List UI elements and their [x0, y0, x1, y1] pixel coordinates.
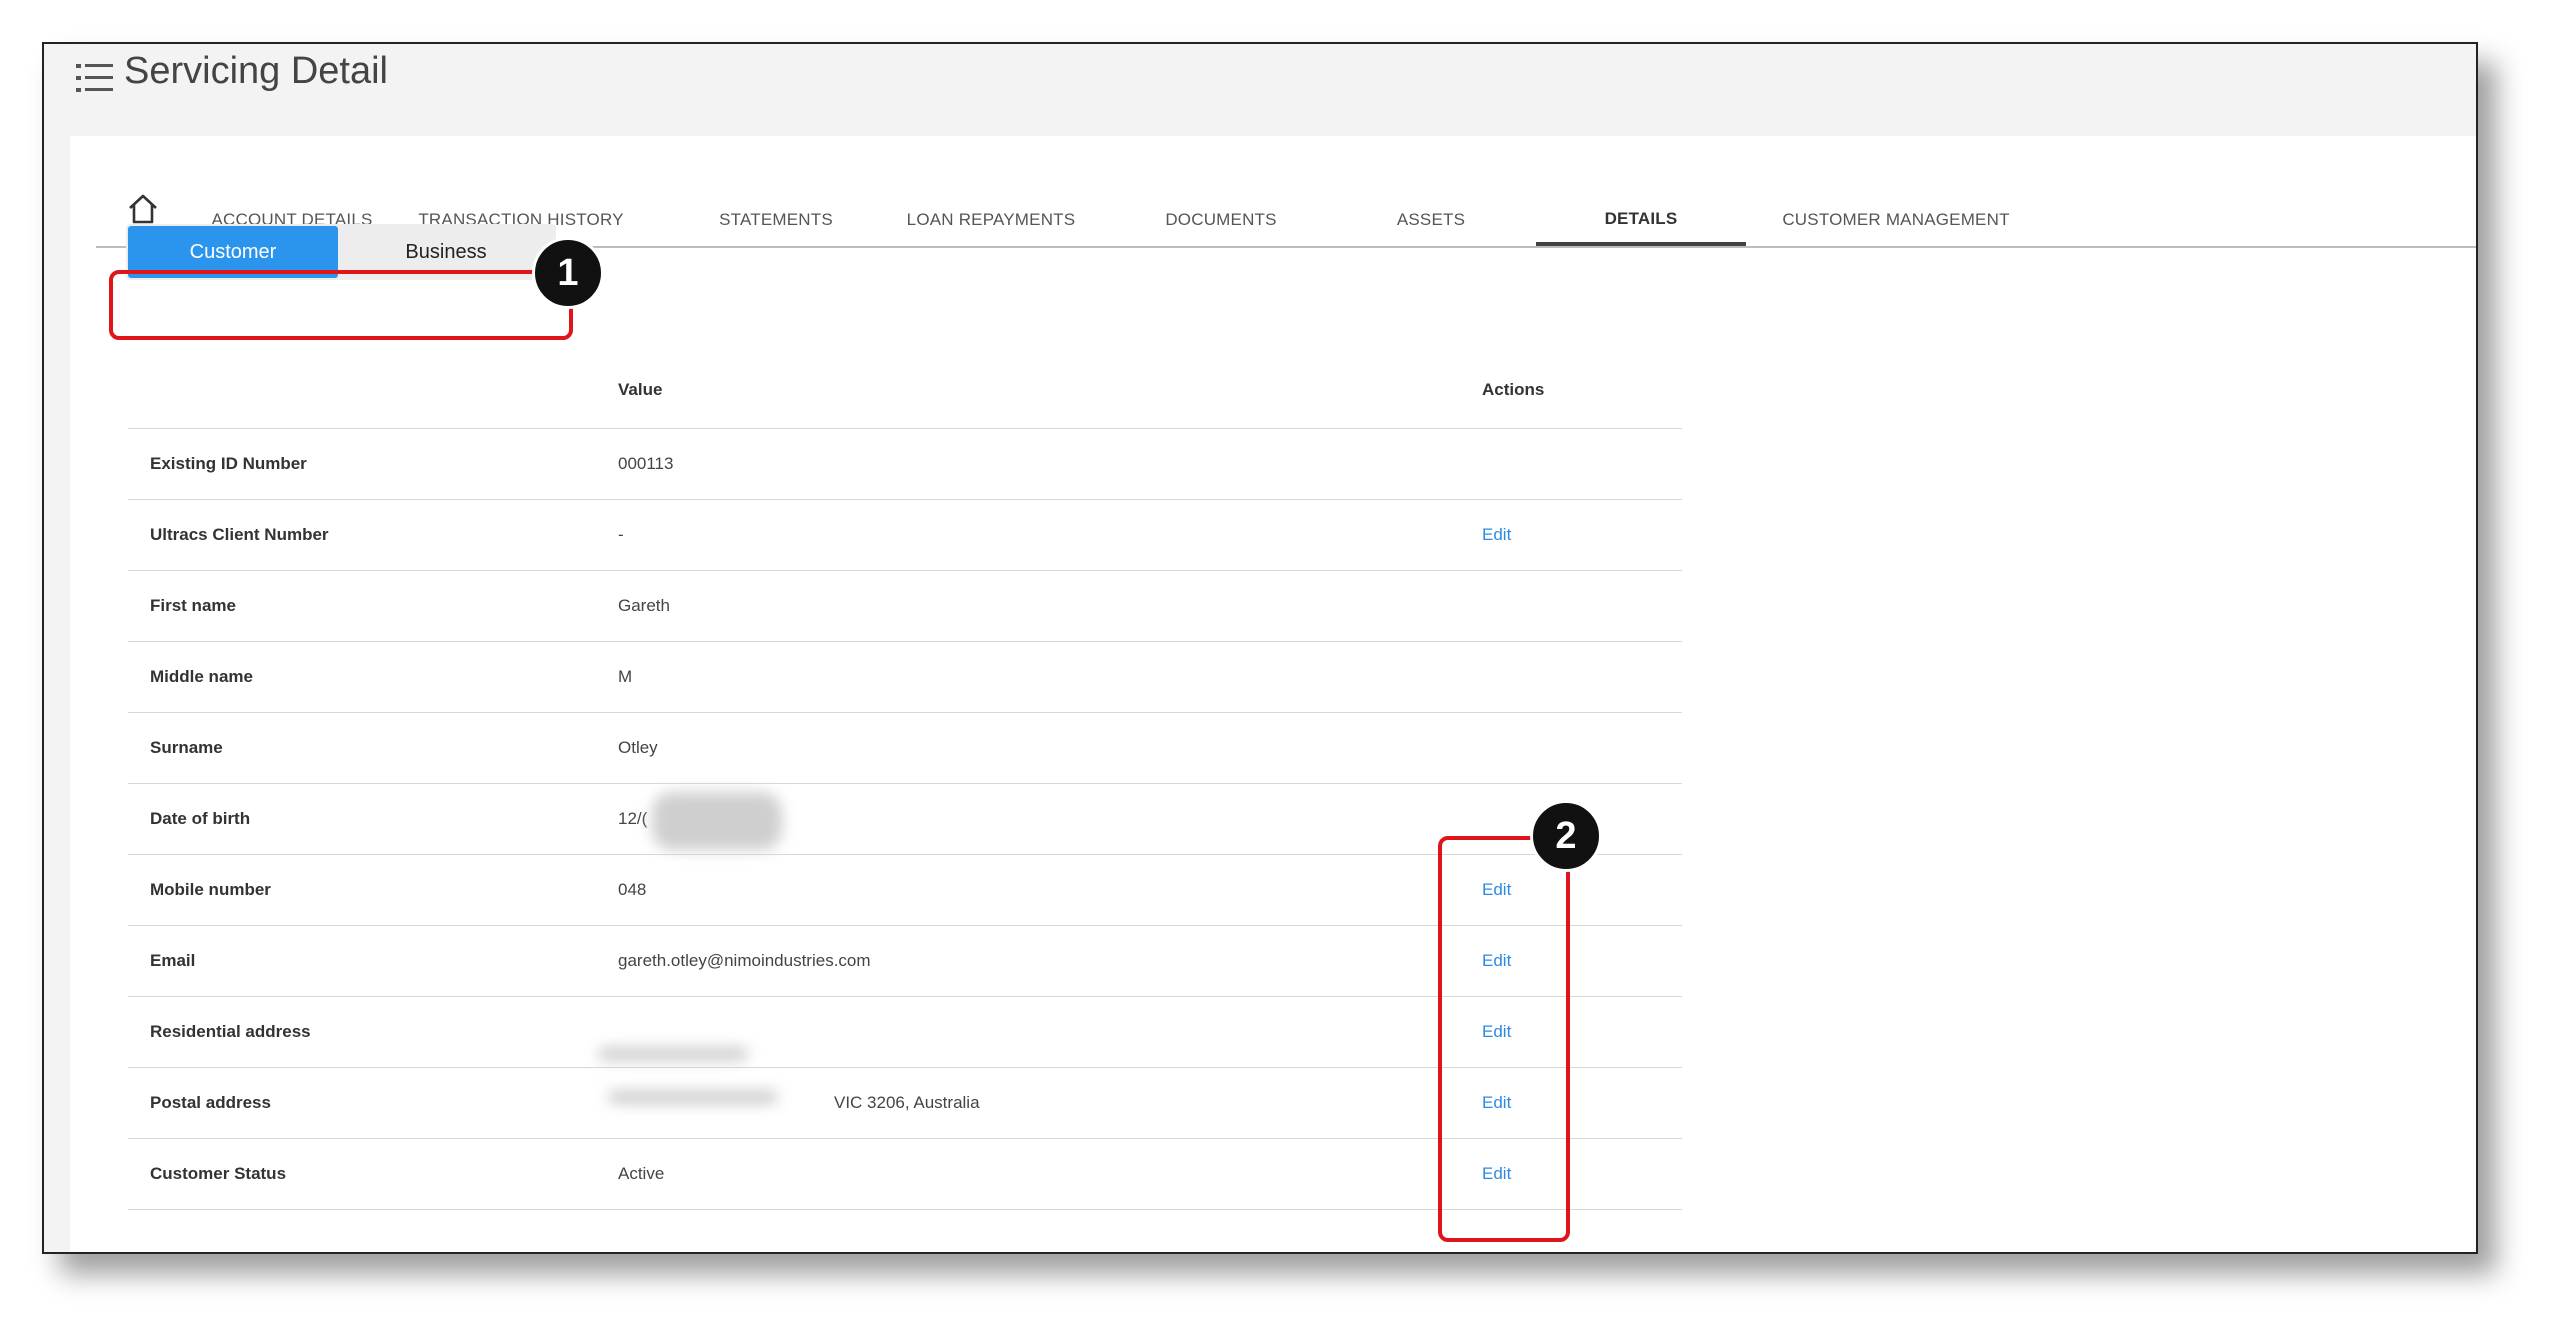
- app-window: Servicing Detail ACCOUNT DETAILS TRANSAC…: [42, 42, 2478, 1254]
- row-label: Mobile number: [150, 880, 271, 899]
- redacted-blur: [598, 1047, 748, 1061]
- row-label: Date of birth: [150, 809, 251, 828]
- row-label: Customer Status: [150, 1164, 287, 1183]
- tab-documents[interactable]: DOCUMENTS: [1136, 196, 1306, 244]
- row-value: 12/(: [618, 809, 648, 828]
- tab-details[interactable]: DETAILS: [1536, 196, 1746, 246]
- callout-badge-2: 2: [1530, 800, 1602, 872]
- table-row: Middle name M: [128, 642, 1682, 713]
- table-header: Value Actions: [128, 364, 1682, 429]
- tab-customer-management[interactable]: CUSTOMER MANAGEMENT: [1766, 196, 2026, 244]
- row-value: Otley: [618, 738, 658, 757]
- table-row: Ultracs Client Number - Edit: [128, 500, 1682, 571]
- row-value: -: [618, 525, 624, 544]
- tab-loan-repayments[interactable]: LOAN REPAYMENTS: [876, 196, 1106, 244]
- row-label: Surname: [150, 738, 223, 757]
- table-row: Surname Otley: [128, 713, 1682, 784]
- row-value: Active: [618, 1164, 665, 1183]
- row-value: Gareth: [618, 596, 670, 615]
- callout-box-toggle: [109, 270, 573, 340]
- row-value: M: [618, 667, 633, 686]
- row-label: Ultracs Client Number: [150, 525, 329, 544]
- tab-assets[interactable]: ASSETS: [1346, 196, 1516, 244]
- row-label: Existing ID Number: [150, 454, 307, 473]
- redacted-blur: [608, 1090, 778, 1104]
- row-value: 000113: [618, 454, 674, 473]
- row-value: VIC 3206, Australia: [834, 1093, 980, 1112]
- table-row: First name Gareth: [128, 571, 1682, 642]
- edit-link[interactable]: Edit: [1482, 525, 1511, 545]
- row-label: Email: [150, 951, 196, 970]
- row-value: gareth.otley@nimoindustries.com: [618, 951, 871, 970]
- tab-statements[interactable]: STATEMENTS: [696, 196, 856, 244]
- home-icon[interactable]: [126, 192, 160, 226]
- row-label: Middle name: [150, 667, 253, 686]
- table-row: Existing ID Number 000113: [128, 429, 1682, 500]
- callout-box-edit-links: [1438, 836, 1570, 1242]
- list-menu-icon[interactable]: [76, 60, 114, 96]
- page-header: Servicing Detail: [44, 44, 2476, 134]
- row-label: Postal address: [150, 1093, 271, 1112]
- callout-badge-1: 1: [532, 237, 604, 309]
- redacted-blur: [652, 792, 782, 850]
- row-label: First name: [150, 596, 236, 615]
- row-value: 048: [618, 880, 647, 899]
- actions-column-header: Actions: [1482, 380, 1545, 399]
- value-column-header: Value: [618, 380, 663, 399]
- row-label: Residential address: [150, 1022, 311, 1041]
- page-title: Servicing Detail: [124, 50, 388, 92]
